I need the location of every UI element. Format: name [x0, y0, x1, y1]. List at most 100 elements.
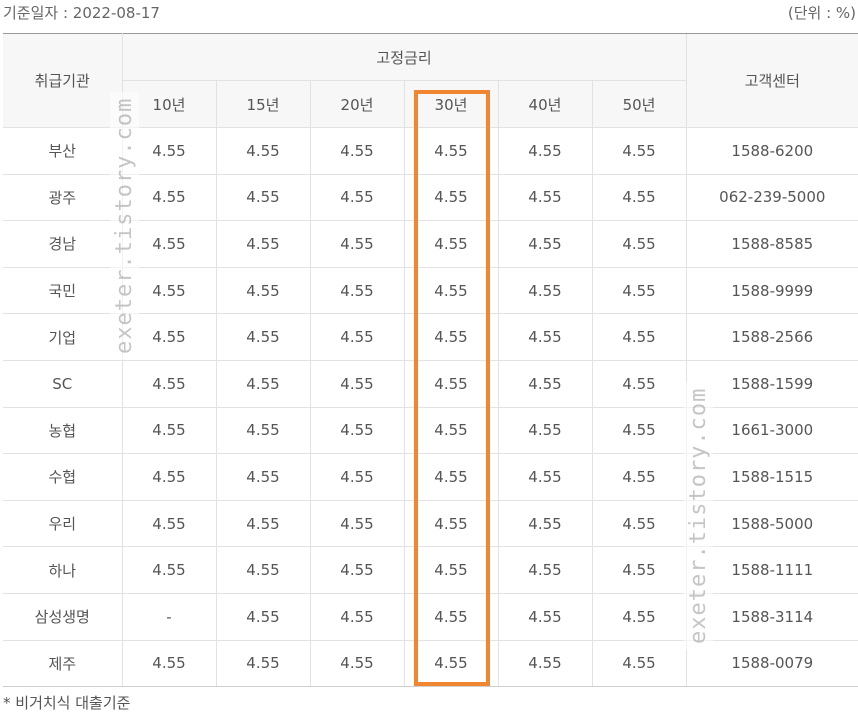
rate-cell: 4.55 — [215, 267, 310, 315]
phone-number: 1588-6200 — [685, 127, 858, 175]
bank-name: 하나 — [3, 546, 123, 594]
rate-cell: 4.55 — [403, 267, 498, 315]
bank-name: 광주 — [3, 174, 123, 222]
rate-cell: 4.55 — [591, 220, 687, 268]
watermark: exeter.tistory.com — [684, 381, 713, 650]
rate-cell: 4.55 — [121, 546, 216, 594]
rate-cell: 4.55 — [121, 407, 216, 455]
rate-cell: 4.55 — [497, 267, 592, 315]
rate-cell: 4.55 — [309, 453, 404, 501]
rate-cell: 4.55 — [403, 546, 498, 594]
rate-cell: 4.55 — [591, 267, 687, 315]
rate-cell: 4.55 — [497, 313, 592, 361]
phone-number: 1588-2566 — [685, 313, 858, 361]
rate-cell: 4.55 — [121, 453, 216, 501]
rate-cell: 4.55 — [403, 313, 498, 361]
rate-cell: 4.55 — [497, 407, 592, 455]
header-row: 취급기관 고정금리 고객센터 — [3, 33, 858, 128]
bank-name: 농협 — [3, 407, 123, 455]
rate-cell: 4.55 — [591, 127, 687, 175]
rate-cell: - — [121, 593, 216, 641]
rate-cell: 4.55 — [215, 593, 310, 641]
fixed-rate-header: 고정금리 — [122, 33, 687, 81]
rate-cell: 4.55 — [403, 127, 498, 175]
rate-cell: 4.55 — [215, 127, 310, 175]
term-header: 30년 — [403, 80, 498, 128]
rate-cell: 4.55 — [403, 500, 498, 548]
rate-cell: 4.55 — [497, 174, 592, 222]
rate-cell: 4.55 — [497, 500, 592, 548]
rate-cell: 4.55 — [215, 174, 310, 222]
rate-cell: 4.55 — [591, 593, 687, 641]
rate-cell: 4.55 — [497, 220, 592, 268]
rate-cell: 4.55 — [309, 500, 404, 548]
rate-cell: 4.55 — [309, 593, 404, 641]
rate-cell: 4.55 — [591, 360, 687, 408]
rate-cell: 4.55 — [309, 174, 404, 222]
bank-name: SC — [3, 360, 123, 408]
bank-name: 제주 — [3, 640, 123, 688]
rate-cell: 4.55 — [215, 313, 310, 361]
rate-cell: 4.55 — [403, 407, 498, 455]
rate-cell: 4.55 — [497, 127, 592, 175]
base-date: 기준일자 : 2022-08-17 — [3, 4, 160, 22]
rate-cell: 4.55 — [121, 360, 216, 408]
rate-cell: 4.55 — [403, 220, 498, 268]
table-row: 수협 4.55 4.55 4.55 4.55 4.55 4.55 1588-1515 — [3, 453, 858, 501]
rate-cell: 4.55 — [309, 267, 404, 315]
rate-cell: 4.55 — [403, 453, 498, 501]
term-header: 50년 — [591, 80, 687, 128]
rate-cell: 4.55 — [497, 593, 592, 641]
rate-cell: 4.55 — [121, 500, 216, 548]
term-header: 15년 — [215, 80, 310, 128]
unit-label: (단위 : %) — [787, 4, 856, 22]
bank-name: 수협 — [3, 453, 123, 501]
rate-cell: 4.55 — [215, 407, 310, 455]
rate-cell: 4.55 — [309, 407, 404, 455]
rate-cell: 4.55 — [309, 313, 404, 361]
table-row: 하나 4.55 4.55 4.55 4.55 4.55 4.55 1588-1111 — [3, 546, 858, 594]
bank-name: 삼성생명 — [3, 593, 123, 641]
rate-cell: 4.55 — [591, 640, 687, 688]
institution-header: 취급기관 — [3, 33, 123, 128]
phone-number: 062-239-5000 — [685, 174, 858, 222]
rate-cell: 4.55 — [403, 593, 498, 641]
footnote: * 비거치식 대출기준 — [3, 694, 131, 712]
watermark: exeter.tistory.com — [110, 91, 139, 360]
term-header: 40년 — [497, 80, 592, 128]
rate-cell: 4.55 — [403, 640, 498, 688]
rate-cell: 4.55 — [403, 174, 498, 222]
table-row: 농협 4.55 4.55 4.55 4.55 4.55 4.55 1661-3000 — [3, 407, 858, 455]
info-bar: 기준일자 : 2022-08-17 (단위 : %) — [0, 0, 858, 26]
phone-number: 1588-8585 — [685, 220, 858, 268]
customer-center-header: 고객센터 — [685, 33, 858, 128]
rate-cell: 4.55 — [215, 360, 310, 408]
bank-name: 기업 — [3, 313, 123, 361]
rate-cell: 4.55 — [591, 546, 687, 594]
rate-cell: 4.55 — [309, 127, 404, 175]
rate-cell: 4.55 — [497, 546, 592, 594]
rate-cell: 4.55 — [497, 453, 592, 501]
term-header: 20년 — [309, 80, 404, 128]
table-row: 삼성생명 -4.55 4.55 4.55 4.55 4.55 1588-3114 — [3, 593, 858, 641]
rate-cell: 4.55 — [215, 546, 310, 594]
rate-cell: 4.55 — [591, 174, 687, 222]
phone-number: 1588-9999 — [685, 267, 858, 315]
bank-name: 우리 — [3, 500, 123, 548]
bank-name: 부산 — [3, 127, 123, 175]
rate-cell: 4.55 — [591, 453, 687, 501]
rate-cell: 4.55 — [309, 360, 404, 408]
rate-cell: 4.55 — [215, 220, 310, 268]
rate-cell: 4.55 — [591, 313, 687, 361]
rate-cell: 4.55 — [591, 500, 687, 548]
bank-name: 국민 — [3, 267, 123, 315]
bank-name: 경남 — [3, 220, 123, 268]
rate-cell: 4.55 — [215, 640, 310, 688]
rate-cell: 4.55 — [309, 640, 404, 688]
table-row: SC 4.55 4.55 4.55 4.55 4.55 4.55 1588-1599 — [3, 360, 858, 408]
rate-cell: 4.55 — [121, 640, 216, 688]
rate-cell: 4.55 — [591, 407, 687, 455]
table-row: 제주 4.55 4.55 4.55 4.55 4.55 4.55 1588-0079 — [3, 640, 858, 688]
rate-cell: 4.55 — [309, 546, 404, 594]
rate-cell: 4.55 — [497, 360, 592, 408]
